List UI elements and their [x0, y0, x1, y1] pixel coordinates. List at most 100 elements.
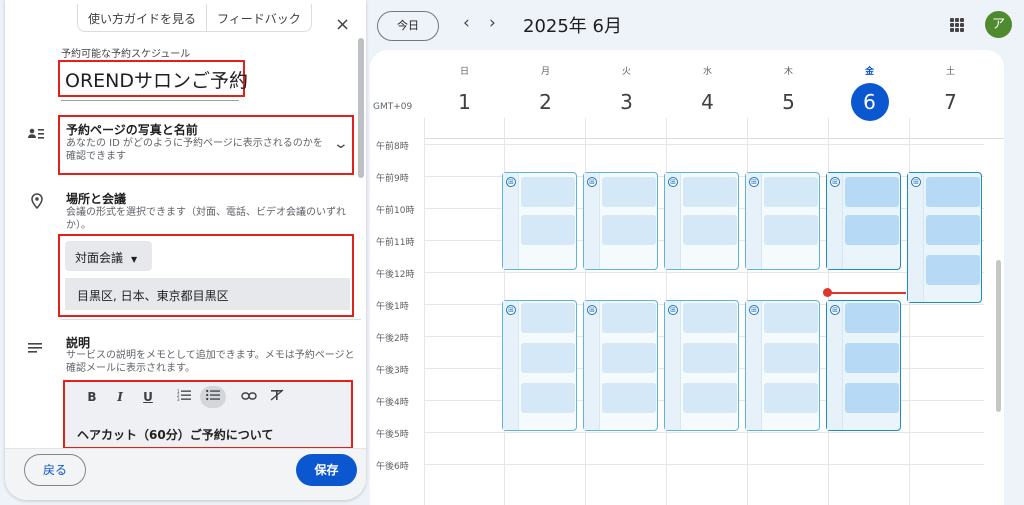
- hour-label: 午後1時: [376, 302, 409, 312]
- contact-card-icon: [27, 127, 45, 145]
- day-number[interactable]: 1: [446, 83, 484, 121]
- availability-slot[interactable]: ⊞: [583, 300, 658, 431]
- hour-label: 午後12時: [376, 270, 415, 280]
- slot-grid-icon: ⊞: [749, 177, 759, 187]
- hour-label: 午後2時: [376, 334, 409, 344]
- day-of-week: 土: [945, 67, 955, 77]
- booking-settings-panel: 使い方ガイドを見る フィードバック × 予約可能な予約スケジュール ORENDサ…: [5, 0, 366, 500]
- panel-scrollbar[interactable]: [358, 38, 364, 178]
- day-of-week: 月: [540, 67, 550, 77]
- day-header-sat[interactable]: 土7: [910, 64, 991, 121]
- slot-grid-icon: ⊞: [587, 177, 597, 187]
- meeting-mode-value: 対面会議: [75, 251, 124, 265]
- slot-grid-icon: ⊞: [587, 305, 597, 315]
- calendar-scrollbar[interactable]: [996, 260, 1001, 412]
- hour-label: 午前9時: [376, 174, 409, 184]
- apps-grid-icon[interactable]: [950, 18, 964, 32]
- hour-label: 午後4時: [376, 398, 409, 408]
- slot-grid-icon: ⊞: [830, 305, 840, 315]
- slot-grid-icon: ⊞: [830, 177, 840, 187]
- photo-section-desc: あなたの ID がどのように予約ページに表示されるのかを確認できます: [66, 138, 323, 162]
- back-button[interactable]: 戻る: [24, 454, 86, 486]
- schedule-title-input[interactable]: ORENDサロンご予約: [65, 66, 248, 93]
- guide-link[interactable]: 使い方ガイドを見る: [78, 4, 206, 31]
- slot-grid-icon: ⊞: [911, 177, 921, 187]
- day-header-mon[interactable]: 月2: [505, 64, 586, 121]
- editor-content[interactable]: ヘアカット（60分）ご予約について: [77, 426, 273, 443]
- slot-grid-icon: ⊞: [506, 177, 516, 187]
- close-icon[interactable]: ×: [335, 14, 350, 35]
- day-number[interactable]: 3: [608, 83, 646, 121]
- availability-slot[interactable]: ⊞: [583, 172, 658, 270]
- day-header-wed[interactable]: 水4: [667, 64, 748, 121]
- hour-label: 午前10時: [376, 206, 415, 216]
- day-number[interactable]: 5: [770, 83, 808, 121]
- title-underline: [61, 100, 239, 101]
- hour-line: [424, 272, 984, 273]
- address-input[interactable]: 目黒区, 日本、東京都目黒区: [65, 278, 350, 310]
- bulleted-list-icon[interactable]: [200, 386, 226, 408]
- hour-line: [424, 144, 984, 145]
- day-header-fri[interactable]: 金6: [829, 64, 910, 121]
- location-section-desc: 会議の形式を選択できます（対面、電話、ビデオ会議のいずれか）。: [66, 207, 346, 231]
- availability-slot[interactable]: ⊞: [745, 300, 820, 431]
- photo-section-title: 予約ページの写真と名前: [66, 123, 198, 137]
- avatar[interactable]: ア: [985, 11, 1012, 38]
- availability-slot[interactable]: ⊞: [664, 300, 739, 431]
- day-number[interactable]: 7: [932, 83, 970, 121]
- meeting-mode-select[interactable]: 対面会議 ▼: [65, 241, 152, 271]
- hour-label: 午後6時: [376, 462, 409, 472]
- day-header-tue[interactable]: 火3: [586, 64, 667, 121]
- availability-slot[interactable]: ⊞: [502, 172, 577, 270]
- day-of-week: 日: [459, 67, 469, 77]
- bold-icon[interactable]: B: [81, 388, 103, 406]
- chevron-down-icon[interactable]: ⌄: [333, 136, 349, 152]
- help-links: 使い方ガイドを見る フィードバック: [77, 4, 312, 32]
- availability-slot[interactable]: ⊞: [664, 172, 739, 270]
- day-number[interactable]: 4: [689, 83, 727, 121]
- location-pin-icon: [28, 193, 46, 211]
- slot-grid-icon: ⊞: [668, 305, 678, 315]
- notes-icon: [26, 340, 44, 358]
- day-of-week: 金: [864, 67, 874, 77]
- slot-grid-icon: ⊞: [749, 305, 759, 315]
- slot-grid-icon: ⊞: [668, 177, 678, 187]
- description-section-desc: サービスの説明をメモとして追加できます。メモは予約ページと確認メールに表示されま…: [66, 350, 355, 374]
- hour-label: 午後5時: [376, 430, 409, 440]
- day-header-sun[interactable]: 日1: [424, 64, 505, 121]
- availability-slot[interactable]: ⊞: [745, 172, 820, 270]
- clear-format-icon[interactable]: [266, 388, 288, 406]
- day-number-today[interactable]: 6: [850, 83, 889, 121]
- day-of-week: 木: [783, 67, 793, 77]
- week-calendar: GMT+09 日1 月2 火3 水4 木5 金6 土7 午前8時 午前9時 午前…: [370, 50, 1004, 505]
- next-week-icon[interactable]: ›: [489, 13, 496, 33]
- schedule-label: 予約可能な予約スケジュール: [61, 49, 191, 60]
- hour-label: 午前8時: [376, 142, 409, 152]
- availability-slot[interactable]: ⊞: [826, 300, 901, 431]
- timezone-label: GMT+09: [373, 102, 413, 112]
- availability-slot[interactable]: ⊞: [907, 172, 982, 303]
- day-of-week: 水: [702, 67, 712, 77]
- current-time-line: [828, 292, 906, 294]
- slot-grid-icon: ⊞: [506, 305, 516, 315]
- feedback-link[interactable]: フィードバック: [206, 4, 311, 31]
- current-time-dot: [823, 288, 832, 297]
- hour-line: [424, 432, 984, 433]
- svg-text:3: 3: [177, 397, 180, 401]
- numbered-list-icon[interactable]: 123: [173, 388, 195, 406]
- header-divider: [424, 138, 1004, 139]
- save-button[interactable]: 保存: [296, 454, 357, 486]
- availability-slot[interactable]: ⊞: [826, 172, 901, 270]
- underline-icon[interactable]: U: [137, 388, 159, 406]
- hour-label: 午後3時: [376, 366, 409, 376]
- location-section-title: 場所と会議: [66, 192, 127, 206]
- day-header-thu[interactable]: 木5: [748, 64, 829, 121]
- dropdown-arrow-icon: ▼: [131, 255, 138, 264]
- today-button[interactable]: 今日: [377, 11, 439, 41]
- day-number[interactable]: 2: [527, 83, 565, 121]
- month-title: 2025年 6月: [523, 16, 622, 37]
- italic-icon[interactable]: I: [109, 388, 131, 406]
- link-icon[interactable]: [238, 388, 260, 406]
- prev-week-icon[interactable]: ‹: [463, 13, 470, 33]
- availability-slot[interactable]: ⊞: [502, 300, 577, 431]
